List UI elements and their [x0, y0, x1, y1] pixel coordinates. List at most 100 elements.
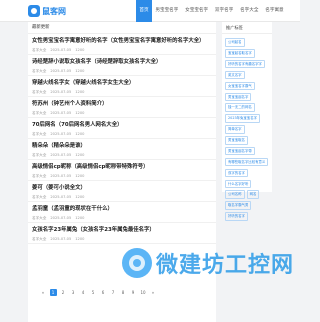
nav-item-home[interactable]: 首页 — [136, 0, 152, 22]
page-link[interactable]: 9 — [128, 290, 138, 295]
article-date: 2025-07-05 — [50, 132, 72, 136]
tag-link[interactable]: 双字的名字 — [225, 168, 248, 178]
article-author: 名字大全 — [32, 48, 47, 52]
article-author: 名字大全 — [32, 174, 47, 178]
tag-link[interactable]: 什么名字好听 — [225, 179, 252, 189]
article-author: 名字大全 — [32, 216, 47, 220]
article-item[interactable]: 女性男宝宝名字寓意好听的名字（女性男宝宝名字寓意好听的名字大全） 名字大全 2025… — [28, 34, 216, 55]
sidebar-tags-panel: 推广标签 公司起名宝宝起名取名字 好听的名字有趣名字字 英文名字 女宝宝名字霸气 男宝宝… — [222, 22, 272, 221]
page-link[interactable]: 5 — [88, 290, 98, 295]
sidebar-title: 推广标签 — [222, 22, 272, 34]
article-title[interactable]: 符苏州（钟艺州个人资料简介） — [32, 100, 212, 108]
page-link[interactable]: » — [148, 290, 158, 295]
tag-link[interactable]: 公司起名 — [225, 38, 245, 47]
article-meta: 名字大全 2025-07-05 1200 — [32, 215, 212, 221]
article-title[interactable]: 高级情侣cp昵称（高级情侣cp昵称带特殊符号） — [32, 163, 212, 171]
article-date: 2025-07-05 — [50, 237, 72, 241]
article-meta: 名字大全 2025-07-05 1200 — [32, 173, 212, 179]
tag-link[interactable]: 取名字霸气男 — [225, 201, 252, 210]
article-views: 1200 — [75, 69, 85, 73]
article-item[interactable]: 穿越火线名字女（穿越火线名字女生大全） 名字大全 2025-07-05 1200 — [28, 76, 216, 97]
tag-link[interactable]: 2023年兔宝宝名字 — [225, 114, 260, 123]
nav-item-girl-names[interactable]: 女宝宝名字 — [182, 0, 212, 22]
article-title[interactable]: 70后网名（70后网名男人网名大全） — [32, 121, 212, 129]
article-views: 1200 — [75, 48, 85, 52]
article-item[interactable]: 孟羽童（孟羽童的现状在干什么） 名字大全 2025-07-05 1200 — [28, 202, 216, 223]
article-author: 名字大全 — [32, 69, 47, 73]
article-title[interactable]: 孟羽童（孟羽童的现状在干什么） — [32, 205, 212, 213]
tag-link[interactable]: 男宝宝起名字带 — [225, 146, 255, 156]
page-link[interactable]: 10 — [138, 290, 148, 295]
page-link[interactable]: 1 — [49, 288, 57, 296]
tag-link[interactable]: 宝宝起名取名字 — [225, 49, 255, 58]
article-date: 2025-07-05 — [50, 111, 72, 115]
page-link[interactable]: 4 — [78, 290, 88, 295]
article-title[interactable]: 诗经楚辞小说取女孩名字（诗经楚辞取女孩名字大全） — [32, 58, 212, 66]
header: 鼠客网 首页 男宝宝名字 女宝宝名字 双字名字 名字大全 名字寓意 — [0, 0, 300, 22]
article-meta: 名字大全 2025-07-05 1200 — [32, 89, 212, 95]
article-author: 名字大全 — [32, 132, 47, 136]
tag-link[interactable]: 独一无二的网名 — [225, 103, 255, 112]
article-views: 1200 — [75, 195, 85, 199]
article-views: 1200 — [75, 111, 85, 115]
article-author: 名字大全 — [32, 111, 47, 115]
page-link[interactable]: 6 — [98, 290, 108, 295]
article-title[interactable]: 姜可（姜可小说全文） — [32, 184, 212, 192]
tag-link[interactable]: 网名 — [246, 190, 260, 199]
article-item[interactable]: 70后网名（70后网名男人网名大全） 名字大全 2025-07-05 1200 — [28, 118, 216, 139]
page-link[interactable]: 8 — [118, 290, 128, 295]
article-date: 2025-07-05 — [50, 216, 72, 220]
article-title[interactable]: 女孩名字23年属兔（女孩名字23年属兔最佳名字） — [32, 226, 212, 234]
article-item[interactable]: 诗经楚辞小说取女孩名字（诗经楚辞取女孩名字大全） 名字大全 2025-07-05 12… — [28, 55, 216, 76]
tag-link[interactable]: 女宝宝名字霸气 — [225, 81, 255, 91]
article-item[interactable]: 精朵朵（精朵朵是谁） 名字大全 2025-07-05 1200 — [28, 139, 216, 160]
tag-link[interactable]: 好听的名字有趣名字字 — [225, 59, 265, 69]
article-item[interactable]: 高级情侣cp昵称（高级情侣cp昵称带特殊符号） 名字大全 2025-07-05 120… — [28, 160, 216, 181]
article-author: 名字大全 — [32, 90, 47, 94]
article-author: 名字大全 — [32, 237, 47, 241]
tag-link[interactable]: 男宝宝取名 — [225, 136, 248, 145]
page-link[interactable]: 7 — [108, 290, 118, 295]
article-date: 2025-07-05 — [50, 90, 72, 94]
watermark: 微建坊工控网 — [122, 243, 298, 283]
page-link[interactable]: 2 — [58, 290, 68, 295]
article-item[interactable]: 女孩名字23年属兔（女孩名字23年属兔最佳名字） 名字大全 2025-07-05 12… — [28, 223, 216, 244]
nav-item-two-char[interactable]: 双字名字 — [212, 0, 237, 22]
article-item[interactable]: 符苏州（钟艺州个人资料简介） 名字大全 2025-07-05 1200 — [28, 97, 216, 118]
site-logo[interactable]: 鼠客网 — [28, 4, 66, 18]
pagination: «1 2 3 4 5 6 7 8 9 10» — [28, 286, 216, 298]
article-title[interactable]: 穿越火线名字女（穿越火线名字女生大全） — [32, 79, 212, 87]
page-link[interactable]: « — [38, 290, 48, 295]
article-date: 2025-07-05 — [50, 48, 72, 52]
nav-item-boy-names[interactable]: 男宝宝名字 — [152, 0, 182, 22]
tag-link[interactable]: 英文名字 — [225, 70, 245, 80]
logo-text: 鼠客网 — [42, 6, 66, 16]
article-meta: 名字大全 2025-07-05 1200 — [32, 110, 212, 116]
article-author: 名字大全 — [32, 195, 47, 199]
section-title: 最新更新 — [28, 22, 216, 34]
tag-link[interactable]: 简单名字 — [225, 125, 245, 134]
article-date: 2025-07-05 — [50, 174, 72, 178]
article-author: 名字大全 — [32, 153, 47, 157]
article-date: 2025-07-05 — [50, 195, 72, 199]
article-meta: 名字大全 2025-07-05 1200 — [32, 68, 212, 74]
logo-icon — [28, 5, 40, 17]
tag-link[interactable]: 有哪些取名字比较有意义 — [225, 157, 269, 167]
tag-link[interactable]: 公司名称 — [225, 190, 245, 199]
article-views: 1200 — [75, 174, 85, 178]
main-nav: 首页 男宝宝名字 女宝宝名字 双字名字 名字大全 名字寓意 — [136, 0, 287, 22]
page-link[interactable]: 3 — [68, 290, 78, 295]
article-title[interactable]: 精朵朵（精朵朵是谁） — [32, 142, 212, 150]
nav-item-meaning[interactable]: 名字寓意 — [262, 0, 287, 22]
nav-item-all-names[interactable]: 名字大全 — [237, 0, 262, 22]
article-views: 1200 — [75, 216, 85, 220]
article-date: 2025-07-05 — [50, 153, 72, 157]
article-meta: 名字大全 2025-07-05 1200 — [32, 194, 212, 200]
article-item[interactable]: 姜可（姜可小说全文） 名字大全 2025-07-05 1200 — [28, 181, 216, 202]
article-views: 1200 — [75, 237, 85, 241]
article-meta: 名字大全 2025-07-05 1200 — [32, 236, 212, 242]
tag-link[interactable]: 男宝宝起名字 — [225, 92, 252, 102]
article-views: 1200 — [75, 132, 85, 136]
tag-link[interactable]: 好听的名字 — [225, 212, 248, 221]
article-title[interactable]: 女性男宝宝名字寓意好听的名字（女性男宝宝名字寓意好听的名字大全） — [32, 37, 212, 45]
